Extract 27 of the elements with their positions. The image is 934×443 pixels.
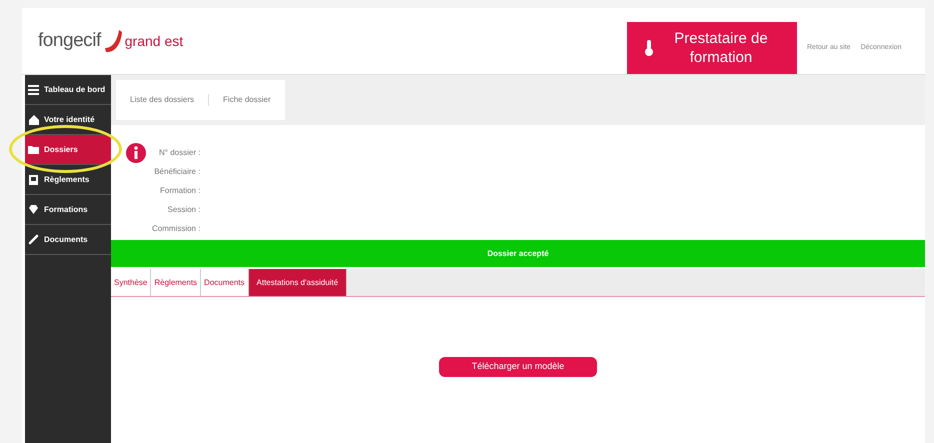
logo-text: grand est xyxy=(124,32,184,51)
field-label: Bénéficiaire : xyxy=(154,166,200,178)
tab[interactable]: Documents xyxy=(201,269,249,296)
house-icon xyxy=(28,114,39,126)
folder-icon xyxy=(28,144,39,156)
field-label: N° dossier : xyxy=(159,147,200,159)
card-icon xyxy=(28,174,39,186)
field-label: Commission : xyxy=(152,223,200,235)
field-label: Session : xyxy=(168,204,200,216)
download-button[interactable]: Télécharger un modèle xyxy=(439,357,597,377)
logo-text: fongecif xyxy=(38,28,101,53)
tab[interactable]: Synthèse xyxy=(111,269,152,296)
status-banner: Dossier accepté xyxy=(111,240,925,267)
tab[interactable]: Attestations d'assiduité xyxy=(248,269,348,296)
profile-label: Prestataire de formation xyxy=(673,29,769,67)
thermometer-icon xyxy=(645,40,653,56)
sidebar-item[interactable]: Règlements xyxy=(25,165,111,195)
tab[interactable]: Règlements xyxy=(151,269,202,296)
info-icon xyxy=(126,143,146,163)
sidebar-item[interactable]: Formations xyxy=(25,195,111,225)
field-label: Formation : xyxy=(160,185,200,197)
logo-swoosh-icon xyxy=(102,28,123,54)
menu-icon xyxy=(28,84,39,96)
diamond-icon xyxy=(28,204,39,216)
sidebar-item[interactable]: Dossiers xyxy=(25,135,111,165)
breadcrumb-item[interactable]: Liste des dossiers xyxy=(116,94,208,106)
breadcrumb-item[interactable]: Fiche dossier xyxy=(208,94,285,106)
